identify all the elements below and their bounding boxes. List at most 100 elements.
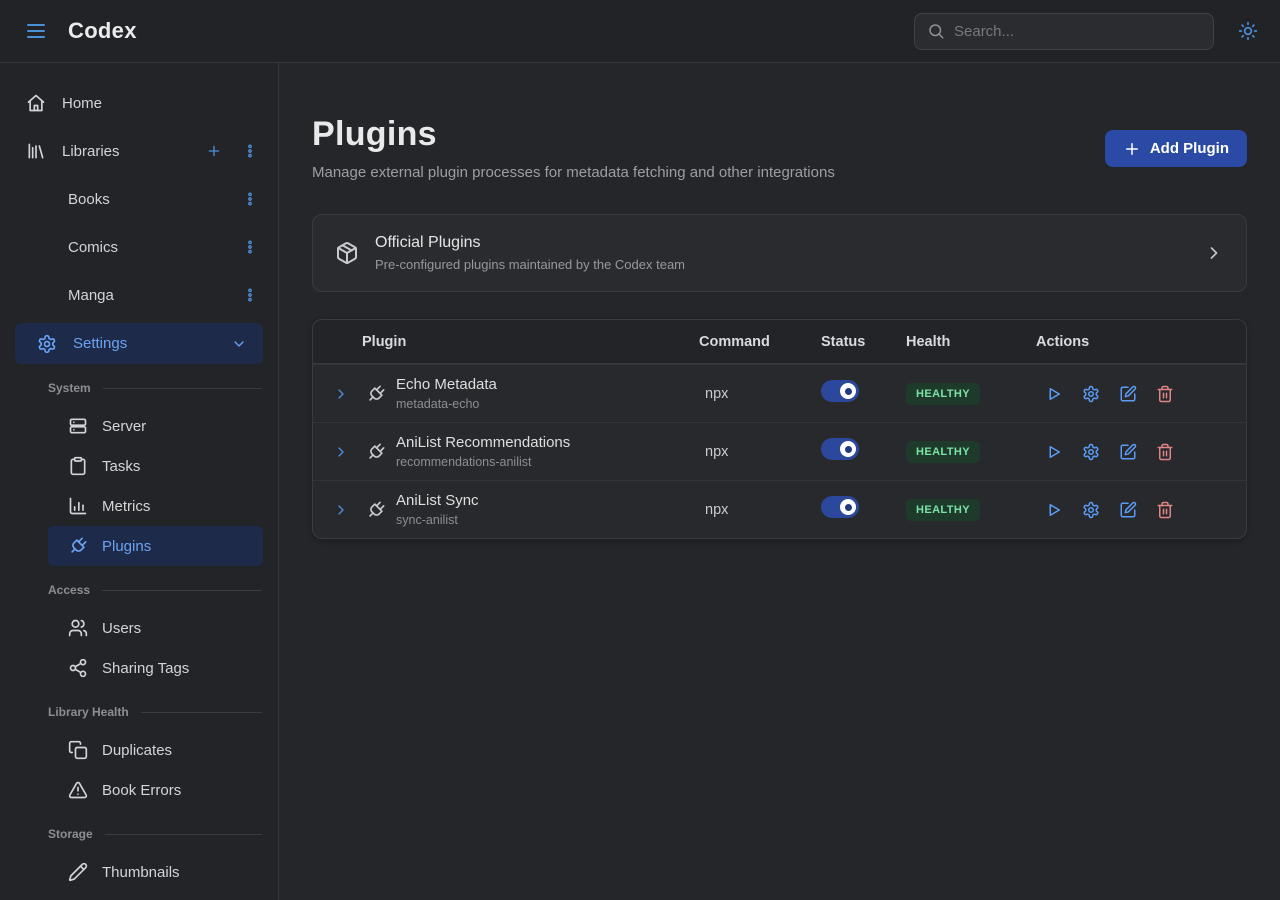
enabled-toggle[interactable] [821, 438, 859, 460]
kebab-icon [242, 239, 258, 255]
official-plugins-card[interactable]: Official Plugins Pre-configured plugins … [312, 214, 1247, 292]
table-header-row: Plugin Command Status Health Actions [313, 320, 1246, 364]
chevron-right-icon [333, 444, 349, 460]
table-row: Echo Metadata metadata-echo npx HEALTHY [313, 364, 1246, 422]
expand-row-button[interactable] [333, 386, 349, 402]
section-label-system: System [48, 378, 262, 398]
delete-plugin-button[interactable] [1156, 385, 1174, 403]
enabled-toggle[interactable] [821, 496, 859, 518]
edit-plugin-button[interactable] [1119, 443, 1137, 461]
add-plugin-button[interactable]: Add Plugin [1105, 130, 1247, 167]
section-divider [105, 834, 262, 835]
section-divider [141, 712, 262, 713]
official-plugins-card-text: Official Plugins Pre-configured plugins … [375, 234, 1188, 272]
warning-triangle-icon [68, 780, 88, 800]
chevron-right-icon [333, 386, 349, 402]
enabled-toggle[interactable] [821, 380, 859, 402]
plus-icon [1123, 140, 1141, 158]
main-content: Plugins Manage external plugin processes… [279, 63, 1280, 900]
toggle-knob [840, 383, 856, 399]
plugin-name-block: AniList Sync sync-anilist [396, 492, 479, 527]
section-label-text: System [48, 381, 91, 395]
sidebar-item-books[interactable]: Books [0, 175, 278, 223]
server-icon [68, 416, 88, 436]
plugin-name-block: AniList Recommendations recommendations-… [396, 434, 570, 469]
run-plugin-button[interactable] [1045, 501, 1063, 519]
sidebar-item-label: Sharing Tags [102, 660, 189, 677]
expand-row-button[interactable] [333, 502, 349, 518]
menu-toggle-button[interactable] [20, 15, 52, 47]
sidebar-item-users[interactable]: Users [48, 608, 263, 648]
sidebar-item-tasks[interactable]: Tasks [48, 446, 263, 486]
plug-icon [362, 379, 390, 407]
sidebar-item-book-errors[interactable]: Book Errors [48, 770, 263, 810]
expand-row-button[interactable] [333, 444, 349, 460]
page-title: Plugins [312, 115, 835, 154]
sidebar-item-label: Plugins [102, 538, 151, 555]
run-plugin-button[interactable] [1045, 385, 1063, 403]
plugin-slug: metadata-echo [396, 397, 497, 411]
trash-icon [1156, 443, 1174, 461]
section-label-storage: Storage [48, 824, 262, 844]
hamburger-icon [24, 19, 48, 43]
sidebar-item-label: Thumbnails [102, 864, 180, 881]
bar-chart-icon [68, 496, 88, 516]
section-label-text: Storage [48, 827, 93, 841]
search-box[interactable] [914, 13, 1214, 50]
theme-toggle-button[interactable] [1236, 19, 1260, 43]
status-cell [821, 380, 906, 407]
add-plugin-button-label: Add Plugin [1150, 140, 1229, 157]
plug-icon [64, 532, 92, 560]
health-badge: HEALTHY [906, 499, 980, 521]
clipboard-icon [68, 456, 88, 476]
sidebar-item-libraries[interactable]: Libraries [0, 127, 278, 175]
sidebar-item-manga[interactable]: Manga [0, 271, 278, 319]
add-library-button[interactable] [204, 141, 224, 161]
delete-plugin-button[interactable] [1156, 501, 1174, 519]
plugin-name: AniList Recommendations [396, 434, 570, 451]
toggle-knob [840, 441, 856, 457]
sidebar-item-thumbnails[interactable]: Thumbnails [48, 852, 263, 892]
delete-plugin-button[interactable] [1156, 443, 1174, 461]
sidebar-item-settings[interactable]: Settings [15, 323, 263, 364]
edit-plugin-button[interactable] [1119, 385, 1137, 403]
official-plugins-title: Official Plugins [375, 234, 1188, 252]
trash-icon [1156, 501, 1174, 519]
sidebar-item-home[interactable]: Home [0, 79, 278, 127]
sidebar-item-page-cache[interactable]: Page Cache [48, 892, 263, 900]
sidebar-item-duplicates[interactable]: Duplicates [48, 730, 263, 770]
status-cell [821, 438, 906, 465]
run-plugin-button[interactable] [1045, 443, 1063, 461]
play-icon [1045, 385, 1063, 403]
libraries-menu-button[interactable] [240, 141, 260, 161]
configure-plugin-button[interactable] [1082, 501, 1100, 519]
toggle-knob [840, 499, 856, 515]
sidebar-item-sharing-tags[interactable]: Sharing Tags [48, 648, 263, 688]
sidebar-item-comics[interactable]: Comics [0, 223, 278, 271]
sun-icon [1238, 21, 1258, 41]
sidebar-item-server[interactable]: Server [48, 406, 263, 446]
configure-plugin-button[interactable] [1082, 385, 1100, 403]
sidebar-item-label: Tasks [102, 458, 140, 475]
sidebar-item-label: Users [102, 620, 141, 637]
sidebar-item-plugins[interactable]: Plugins [48, 526, 263, 566]
trash-icon [1156, 385, 1174, 403]
sidebar-item-metrics[interactable]: Metrics [48, 486, 263, 526]
manga-menu-button[interactable] [240, 285, 260, 305]
plugin-slug: sync-anilist [396, 513, 479, 527]
sidebar-item-label: Comics [68, 239, 224, 256]
books-menu-button[interactable] [240, 189, 260, 209]
configure-plugin-button[interactable] [1082, 443, 1100, 461]
chevron-right-icon [333, 502, 349, 518]
edit-plugin-button[interactable] [1119, 501, 1137, 519]
table-row: AniList Sync sync-anilist npx HEALTHY [313, 480, 1246, 538]
sidebar-item-label: Book Errors [102, 782, 181, 799]
share-icon [68, 658, 88, 678]
section-label-text: Library Health [48, 705, 129, 719]
users-icon [68, 618, 88, 638]
search-icon [927, 22, 945, 40]
comics-menu-button[interactable] [240, 237, 260, 257]
edit-icon [1119, 443, 1137, 461]
plugin-command: npx [699, 444, 821, 460]
search-input[interactable] [954, 23, 1201, 40]
